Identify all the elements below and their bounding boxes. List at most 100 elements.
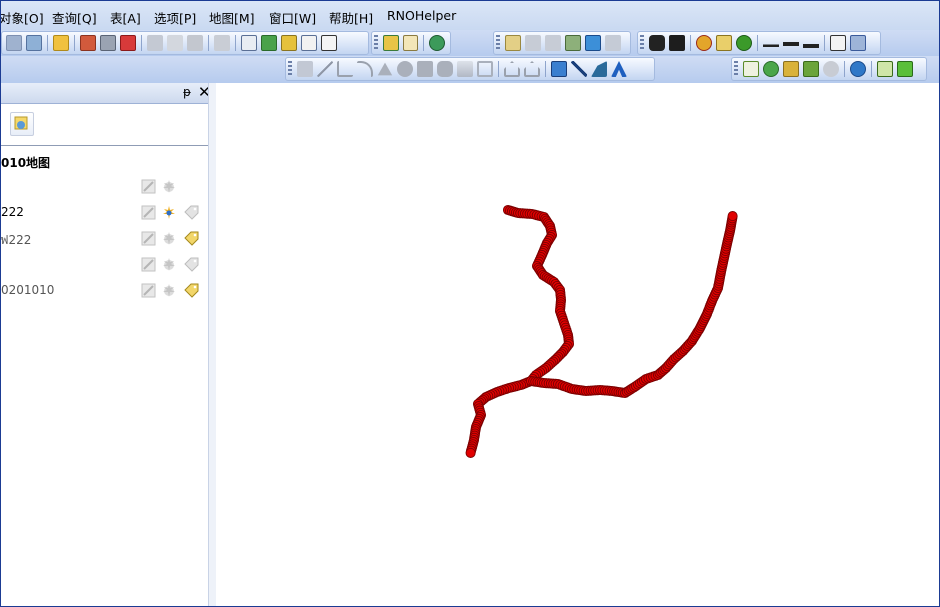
label-disabled-icon[interactable] <box>184 257 199 272</box>
menu-object[interactable]: 对象[O] <box>1 8 44 27</box>
menu-query[interactable]: 查询[Q] <box>52 8 97 27</box>
calculator-icon[interactable] <box>897 61 913 77</box>
disabled-circle-icon[interactable] <box>823 61 839 77</box>
selectable-disabled-icon[interactable] <box>162 231 177 246</box>
menu-table[interactable]: 表[A] <box>110 8 141 27</box>
ruler-icon[interactable] <box>669 35 685 51</box>
selectable-icon[interactable] <box>162 205 177 220</box>
label-tool-icon[interactable] <box>696 35 712 51</box>
selectable-disabled-icon[interactable] <box>162 179 177 194</box>
new-table-icon[interactable] <box>743 61 759 77</box>
layer-row[interactable]: 0201010 <box>1 283 208 301</box>
pin-icon[interactable]: ᵽ <box>183 85 191 99</box>
dbms-refresh-icon[interactable] <box>525 35 541 51</box>
redistrict-icon[interactable] <box>321 35 337 51</box>
run-program-icon[interactable] <box>429 35 446 51</box>
layer-row[interactable]: 222 <box>1 205 208 223</box>
polyline-icon[interactable] <box>337 61 353 77</box>
undo-icon[interactable] <box>214 35 230 51</box>
polygon-icon[interactable] <box>377 62 393 76</box>
toolbar-separator <box>824 35 825 51</box>
globe-icon[interactable] <box>850 61 866 77</box>
cut-icon[interactable] <box>147 35 163 51</box>
edit-disabled-icon[interactable] <box>141 283 156 298</box>
rounded-rectangle-icon[interactable] <box>437 61 453 77</box>
symbol-style-icon[interactable] <box>803 35 819 51</box>
vertex-icon[interactable] <box>571 61 587 77</box>
menu-help[interactable]: 帮助[H] <box>329 8 373 27</box>
menu-rnohelper[interactable]: RNOHelper <box>387 8 456 23</box>
geocode-icon[interactable] <box>763 61 779 77</box>
new-window-icon[interactable] <box>80 35 96 51</box>
graph-view-icon[interactable] <box>281 35 297 51</box>
layer-row[interactable]: ฟ222 <box>1 231 208 249</box>
layout-view-icon[interactable] <box>301 35 317 51</box>
menu-options[interactable]: 选项[P] <box>154 8 196 27</box>
edit-disabled-icon[interactable] <box>141 205 156 220</box>
toolbar-grip[interactable] <box>374 35 378 51</box>
save-all-icon[interactable] <box>26 35 42 51</box>
selectable-disabled-icon[interactable] <box>162 283 177 298</box>
region-style-icon[interactable] <box>783 35 799 51</box>
toolbar-grip[interactable] <box>734 61 738 77</box>
layer-options-button[interactable] <box>10 112 34 136</box>
line-icon[interactable] <box>317 61 333 77</box>
dbms-unlink-icon[interactable] <box>545 35 561 51</box>
label-text-icon[interactable] <box>611 61 627 77</box>
map-window[interactable] <box>216 83 939 606</box>
toolbar-grip[interactable] <box>288 61 292 77</box>
menu-window[interactable]: 窗口[W] <box>269 8 316 27</box>
edit-disabled-icon[interactable] <box>141 257 156 272</box>
selectable-disabled-icon[interactable] <box>162 257 177 272</box>
map-canvas[interactable] <box>216 83 939 606</box>
rectangle-icon[interactable] <box>417 61 433 77</box>
tool-manager-icon[interactable] <box>382 35 399 51</box>
toolbar-separator <box>690 35 691 51</box>
label-icon[interactable] <box>184 283 199 298</box>
route-point[interactable] <box>727 211 738 222</box>
copy-icon[interactable] <box>167 35 183 51</box>
region-icon[interactable] <box>591 61 607 77</box>
toolbar-grip[interactable] <box>640 35 644 51</box>
table-view-icon[interactable] <box>241 35 257 51</box>
label-icon[interactable] <box>184 231 199 246</box>
thematic-icon[interactable] <box>783 61 799 77</box>
open-folder-icon[interactable] <box>53 35 69 51</box>
layer-row[interactable] <box>1 257 208 275</box>
layer-name: 222 <box>1 205 24 219</box>
label-disabled-icon[interactable] <box>184 205 199 220</box>
line-style-icon[interactable] <box>763 35 779 51</box>
menu-map[interactable]: 地图[M] <box>209 8 255 27</box>
toolbar-grip[interactable] <box>496 35 500 51</box>
dbms-table-icon[interactable] <box>565 35 581 51</box>
frame-icon[interactable] <box>477 61 493 77</box>
ellipse-icon[interactable] <box>397 61 413 77</box>
mapbasic-icon[interactable] <box>402 35 419 51</box>
dbms-disabled-icon[interactable] <box>605 35 621 51</box>
grid-icon[interactable] <box>803 61 819 77</box>
split-icon[interactable] <box>551 61 567 77</box>
binoculars-icon[interactable] <box>649 35 665 51</box>
tag-icon[interactable] <box>716 35 732 51</box>
cascade-icon[interactable] <box>850 35 866 51</box>
print-icon[interactable] <box>100 35 116 51</box>
edit-disabled-icon[interactable] <box>141 231 156 246</box>
text-icon[interactable] <box>457 61 473 77</box>
chart-view-icon[interactable] <box>261 35 277 51</box>
edit-node-icon[interactable] <box>524 61 540 77</box>
paste-icon[interactable] <box>187 35 203 51</box>
comment-icon[interactable] <box>877 61 893 77</box>
pdf-icon[interactable] <box>120 35 136 51</box>
window-icon[interactable] <box>830 35 846 51</box>
open-dbms-icon[interactable] <box>505 35 521 51</box>
save-icon[interactable] <box>6 35 22 51</box>
add-node-icon[interactable] <box>504 61 520 77</box>
layer-row[interactable] <box>1 179 208 197</box>
edit-disabled-icon[interactable] <box>141 179 156 194</box>
info-icon[interactable] <box>736 35 752 51</box>
route-point[interactable] <box>465 447 476 458</box>
layer-row[interactable]: 010地图 <box>1 154 208 172</box>
dbms-sync-icon[interactable] <box>585 35 601 51</box>
reshape-icon[interactable] <box>297 61 313 77</box>
arc-icon[interactable] <box>357 61 373 77</box>
